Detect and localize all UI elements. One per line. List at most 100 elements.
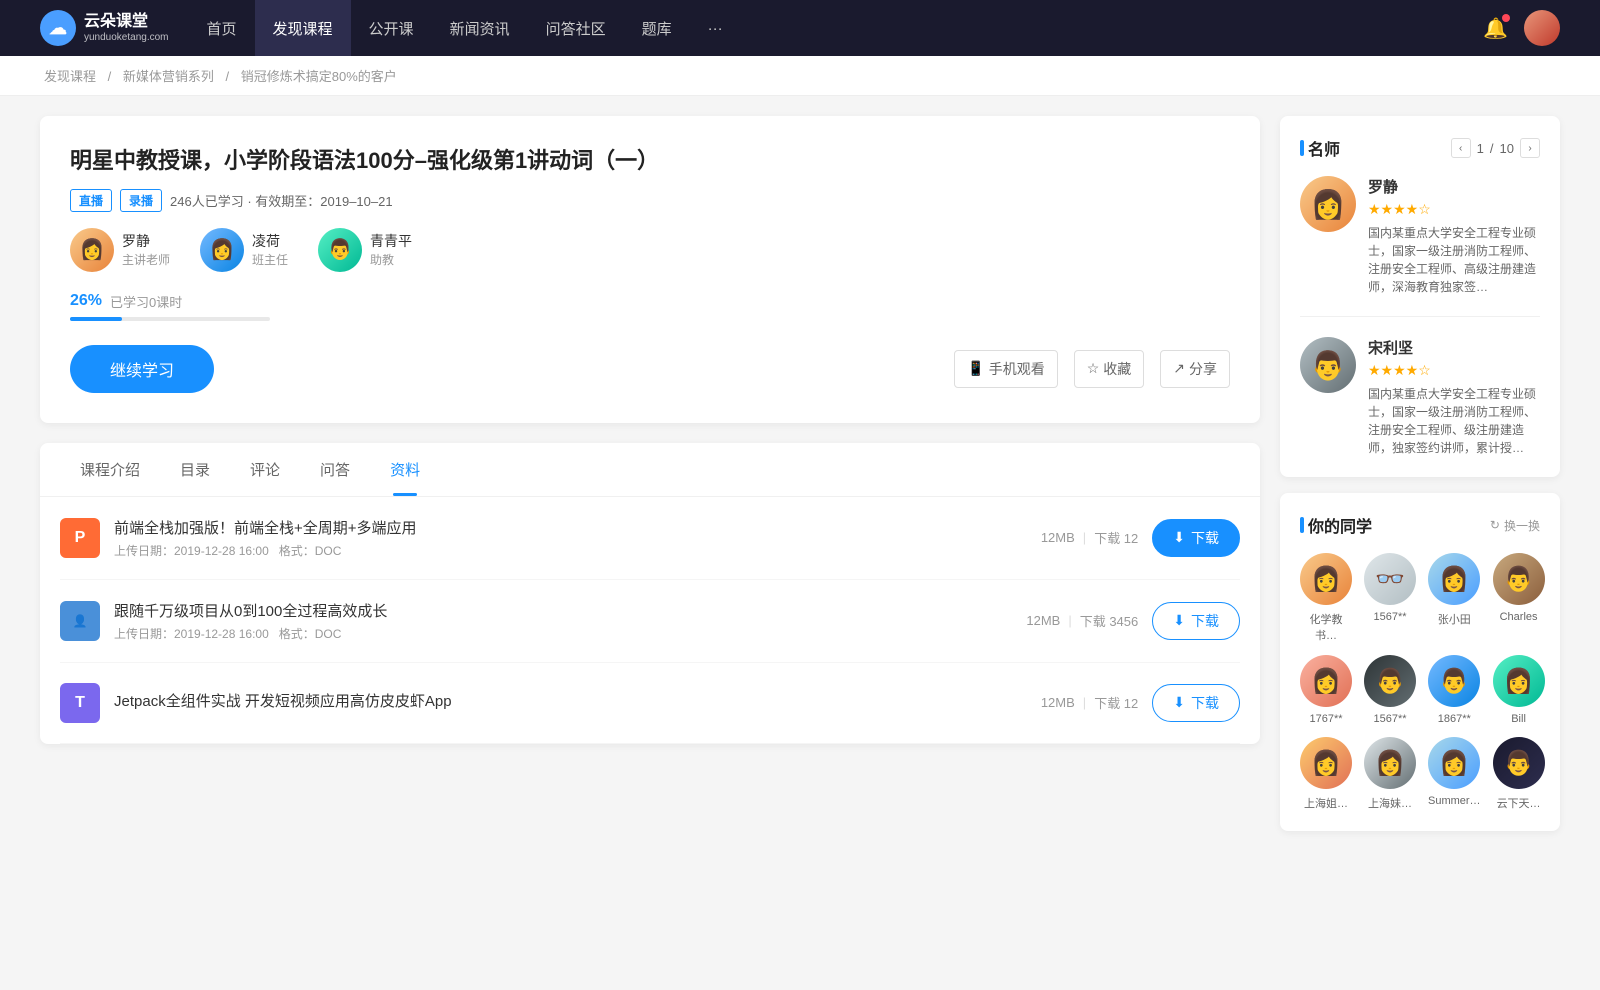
classmate-avatar-10: 👩 [1364, 737, 1416, 789]
teacher-name-2: 凌荷 [252, 231, 288, 251]
left-panel: 明星中教授课，小学阶段语法100分–强化级第1讲动词（一） 直播 录播 246人… [40, 116, 1260, 847]
teacher-role-2: 班主任 [252, 251, 288, 268]
classmate-avatar-7: 👨 [1428, 655, 1480, 707]
tab-resource[interactable]: 资料 [370, 443, 440, 496]
teacher-panel-avatar-1: 👩 [1300, 176, 1356, 232]
action-buttons: 📱 手机观看 ☆ 收藏 ↗ 分享 [954, 350, 1230, 388]
course-badges: 直播 录播 246人已学习 · 有效期至：2019–10–21 [70, 189, 1230, 212]
download-button-2[interactable]: ⬇ 下载 [1152, 602, 1240, 640]
nav-item-home[interactable]: 首页 [189, 0, 255, 56]
user-avatar[interactable] [1524, 10, 1560, 46]
teacher-panel-stars-2: ★★★★☆ [1368, 362, 1540, 379]
teacher-name-3: 青青平 [370, 231, 412, 251]
nav-item-more[interactable]: ··· [690, 0, 741, 56]
mobile-watch-button[interactable]: 📱 手机观看 [954, 350, 1057, 388]
breadcrumb-item-3[interactable]: 销冠修炼术搞定80%的客户 [241, 69, 397, 84]
classmate-name-5: 1767** [1309, 713, 1342, 725]
classmate-7[interactable]: 👨 1867** [1428, 655, 1481, 725]
classmate-name-8: Bill [1511, 713, 1526, 725]
classmate-name-7: 1867** [1438, 713, 1471, 725]
classmate-6[interactable]: 👨 1567** [1364, 655, 1416, 725]
classmate-2[interactable]: 👓 1567** [1364, 553, 1416, 643]
classmate-1[interactable]: 👩 化学教书… [1300, 553, 1352, 643]
collect-button[interactable]: ☆ 收藏 [1074, 350, 1145, 388]
breadcrumb: 发现课程 / 新媒体营销系列 / 销冠修炼术搞定80%的客户 [0, 56, 1600, 96]
breadcrumb-item-2[interactable]: 新媒体营销系列 [123, 69, 214, 84]
teacher-panel-desc-2: 国内某重点大学安全工程专业硕士，国家一级注册消防工程师、注册安全工程师、级注册建… [1368, 385, 1540, 457]
classmate-name-10: 上海妹… [1368, 795, 1412, 811]
right-panel: 名师 ‹ 1 / 10 › 👩 罗静 ★★★★☆ 国内某重点大学安全工程专业硕士… [1280, 116, 1560, 847]
next-page-btn[interactable]: › [1520, 138, 1540, 158]
teacher-item-2: 👩 凌荷 班主任 [200, 228, 288, 272]
classmate-name-4: Charles [1500, 611, 1538, 623]
classmate-3[interactable]: 👩 张小田 [1428, 553, 1481, 643]
badge-live: 直播 [70, 189, 112, 212]
classmate-10[interactable]: 👩 上海妹… [1364, 737, 1416, 811]
classmate-4[interactable]: 👨 Charles [1493, 553, 1545, 643]
teacher-panel-name-2: 宋利坚 [1368, 337, 1540, 358]
refresh-label: 换一换 [1504, 517, 1540, 534]
share-button[interactable]: ↗ 分享 [1160, 350, 1230, 388]
classmate-avatar-11: 👩 [1428, 737, 1480, 789]
continue-learning-button[interactable]: 继续学习 [70, 345, 214, 393]
classmate-12[interactable]: 👨 云下天… [1493, 737, 1545, 811]
tab-intro[interactable]: 课程介绍 [60, 443, 160, 496]
nav-item-quiz[interactable]: 题库 [624, 0, 690, 56]
classmate-avatar-8: 👩 [1493, 655, 1545, 707]
logo-icon: ☁ [40, 10, 76, 46]
teachers-panel-title: 名师 [1300, 136, 1340, 160]
download-button-1[interactable]: ⬇ 下载 [1152, 519, 1240, 557]
share-label: 分享 [1189, 359, 1217, 379]
nav-item-news[interactable]: 新闻资讯 [432, 0, 528, 56]
classmate-9[interactable]: 👩 上海姐… [1300, 737, 1352, 811]
classmate-11[interactable]: 👩 Summer… [1428, 737, 1481, 811]
teacher-panel-item-2: 👨 宋利坚 ★★★★☆ 国内某重点大学安全工程专业硕士，国家一级注册消防工程师、… [1300, 337, 1540, 457]
refresh-classmates-btn[interactable]: ↻ 换一换 [1490, 517, 1540, 534]
tabs-card: 课程介绍 目录 评论 问答 资料 P 前端全栈加强版！前端全栈+全周期+多端应用… [40, 443, 1260, 744]
download-label-2: 下载 [1191, 611, 1219, 631]
teacher-role-3: 助教 [370, 251, 412, 268]
study-info: 已学习0课时 [110, 292, 182, 311]
collect-label: 收藏 [1103, 359, 1131, 379]
teacher-role-1: 主讲老师 [122, 251, 170, 268]
classmate-name-12: 云下天… [1497, 795, 1541, 811]
resource-title-1: 前端全栈加强版！前端全栈+全周期+多端应用 [114, 517, 1027, 538]
notification-bell[interactable]: 🔔 [1483, 16, 1508, 41]
nav-item-qa[interactable]: 问答社区 [528, 0, 624, 56]
download-button-3[interactable]: ⬇ 下载 [1152, 684, 1240, 722]
classmates-panel-header: 你的同学 ↻ 换一换 [1300, 513, 1540, 537]
classmate-name-3: 张小田 [1438, 611, 1471, 627]
classmate-5[interactable]: 👩 1767** [1300, 655, 1352, 725]
tabs-header: 课程介绍 目录 评论 问答 资料 [40, 443, 1260, 497]
classmate-avatar-5: 👩 [1300, 655, 1352, 707]
breadcrumb-item-1[interactable]: 发现课程 [44, 69, 96, 84]
tab-review[interactable]: 评论 [230, 443, 300, 496]
page-current: 1 [1477, 141, 1484, 156]
classmates-grid: 👩 化学教书… 👓 1567** 👩 张小田 👨 Charles 👩 [1300, 553, 1540, 811]
classmate-name-9: 上海姐… [1304, 795, 1348, 811]
nav-item-open[interactable]: 公开课 [351, 0, 432, 56]
tab-qa[interactable]: 问答 [300, 443, 370, 496]
resource-item-3: T Jetpack全组件实战 开发短视频应用高仿皮皮虾App 12MB | 下载… [60, 663, 1240, 744]
download-icon-2: ⬇ [1173, 612, 1185, 629]
prev-page-btn[interactable]: ‹ [1451, 138, 1471, 158]
refresh-icon: ↻ [1490, 518, 1500, 532]
badge-record: 录播 [120, 189, 162, 212]
download-label-3: 下载 [1191, 693, 1219, 713]
nav-right: 🔔 [1483, 10, 1560, 46]
classmate-name-6: 1567** [1373, 713, 1406, 725]
resource-info-3: Jetpack全组件实战 开发短视频应用高仿皮皮虾App [114, 690, 1027, 715]
resource-stats-1: 12MB | 下载 12 [1041, 528, 1138, 547]
classmates-panel: 你的同学 ↻ 换一换 👩 化学教书… 👓 1567** 👩 张小田 [1280, 493, 1560, 831]
teachers-panel: 名师 ‹ 1 / 10 › 👩 罗静 ★★★★☆ 国内某重点大学安全工程专业硕士… [1280, 116, 1560, 477]
teacher-panel-name-1: 罗静 [1368, 176, 1540, 197]
logo[interactable]: ☁ 云朵课堂 yunduoketang.com [40, 10, 169, 46]
nav-item-discover[interactable]: 发现课程 [255, 0, 351, 56]
classmate-avatar-1: 👩 [1300, 553, 1352, 605]
resource-info-2: 跟随千万级项目从0到100全过程高效成长 上传日期：2019-12-28 16:… [114, 600, 1012, 642]
main-content: 明星中教授课，小学阶段语法100分–强化级第1讲动词（一） 直播 录播 246人… [0, 96, 1600, 867]
classmate-8[interactable]: 👩 Bill [1493, 655, 1545, 725]
resource-item-2: 👤 跟随千万级项目从0到100全过程高效成长 上传日期：2019-12-28 1… [60, 580, 1240, 663]
share-icon: ↗ [1173, 360, 1185, 377]
tab-catalog[interactable]: 目录 [160, 443, 230, 496]
